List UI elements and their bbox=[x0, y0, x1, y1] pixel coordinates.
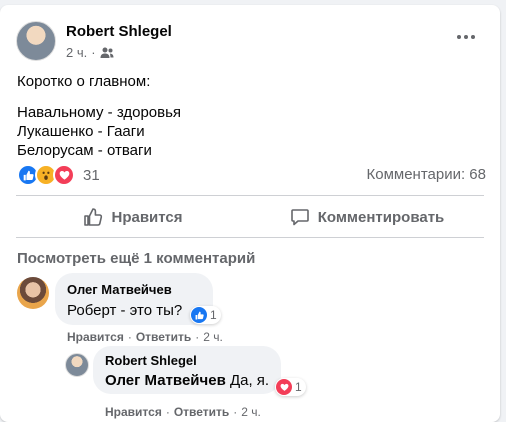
friends-icon[interactable] bbox=[100, 47, 114, 59]
comment-like-button[interactable]: Нравится bbox=[67, 330, 124, 344]
like-label: Нравится bbox=[111, 208, 183, 226]
love-icon bbox=[276, 379, 292, 395]
comment-text: Роберт - это ты? bbox=[67, 302, 183, 319]
meta-separator: · bbox=[195, 330, 200, 344]
like-button[interactable]: Нравится bbox=[16, 200, 250, 234]
reply-reply-button[interactable]: Ответить bbox=[174, 405, 229, 419]
reply-actions: Нравится · Ответить · 2 ч. bbox=[105, 405, 261, 419]
reply-reaction-count: 1 bbox=[295, 380, 302, 394]
more-options-button[interactable] bbox=[450, 25, 482, 49]
comment-label: Комментировать bbox=[317, 208, 445, 226]
post-text: Коротко о главном: Навальному - здоровья… bbox=[17, 72, 181, 160]
commenter-avatar[interactable] bbox=[17, 277, 49, 309]
meta-separator: · bbox=[233, 405, 238, 419]
comment-reactions[interactable]: 1 bbox=[190, 306, 221, 324]
reply-like-button[interactable]: Нравится bbox=[105, 405, 162, 419]
post-meta: 2 ч. · bbox=[66, 45, 114, 60]
reply-mention[interactable]: Олег Матвейчев bbox=[105, 372, 226, 389]
meta-separator: · bbox=[127, 330, 132, 344]
reply-text: Да, я. bbox=[225, 372, 270, 389]
divider bbox=[16, 237, 484, 238]
comment-time[interactable]: 2 ч. bbox=[203, 330, 223, 344]
author-name[interactable]: Robert Shlegel bbox=[66, 23, 172, 40]
thumbs-up-icon bbox=[84, 208, 103, 226]
divider bbox=[16, 195, 484, 196]
comment-reaction-count: 1 bbox=[210, 308, 217, 322]
post-text-line: Лукашенко - Гааги bbox=[17, 123, 145, 140]
comment-icon bbox=[290, 209, 309, 226]
view-more-comments[interactable]: Посмотреть ещё 1 комментарий bbox=[17, 250, 255, 267]
post-actions: Нравится Комментировать bbox=[16, 200, 484, 234]
post-text-line: Белорусам - отваги bbox=[17, 142, 152, 159]
post-text-line: Навальному - здоровья bbox=[17, 104, 182, 121]
post-text-line: Коротко о главном: bbox=[17, 73, 151, 90]
reply-author[interactable]: Robert Shlegel bbox=[105, 353, 269, 369]
dot-icon bbox=[457, 35, 461, 39]
dot-icon bbox=[471, 35, 475, 39]
post-time[interactable]: 2 ч. bbox=[66, 45, 87, 60]
like-icon bbox=[191, 307, 207, 323]
comment-reply-button[interactable]: Ответить bbox=[136, 330, 191, 344]
reaction-count: 31 bbox=[83, 166, 100, 184]
post-header: Robert Shlegel 2 ч. · bbox=[16, 15, 488, 63]
post-stats: 31 Комментарии: 68 bbox=[17, 160, 486, 188]
meta-separator: · bbox=[91, 45, 96, 60]
comment-button[interactable]: Комментировать bbox=[250, 200, 484, 234]
reply-time[interactable]: 2 ч. bbox=[241, 405, 261, 419]
reactions-summary[interactable]: 31 bbox=[17, 164, 100, 186]
meta-separator: · bbox=[165, 405, 170, 419]
comments-count[interactable]: Комментарии: 68 bbox=[367, 166, 487, 183]
love-icon bbox=[53, 164, 75, 186]
reply-bubble: Robert Shlegel Олег Матвейчев Да, я. bbox=[93, 346, 281, 394]
post-text-line bbox=[17, 91, 181, 103]
dot-icon bbox=[464, 35, 468, 39]
reply-text-line: Олег Матвейчев Да, я. bbox=[105, 371, 269, 391]
comment: Олег Матвейчев Роберт - это ты? 1 Нравит… bbox=[17, 273, 487, 344]
comment-author[interactable]: Олег Матвейчев bbox=[67, 282, 201, 298]
reply-reactions[interactable]: 1 bbox=[275, 378, 306, 396]
comment-reply: Robert Shlegel Олег Матвейчев Да, я. 1 Н… bbox=[63, 346, 483, 422]
author-avatar[interactable] bbox=[16, 21, 56, 61]
reply-author-avatar[interactable] bbox=[65, 353, 89, 377]
post-card: Robert Shlegel 2 ч. · Коротко о главном:… bbox=[0, 5, 500, 422]
comment-actions: Нравится · Ответить · 2 ч. bbox=[67, 330, 223, 344]
